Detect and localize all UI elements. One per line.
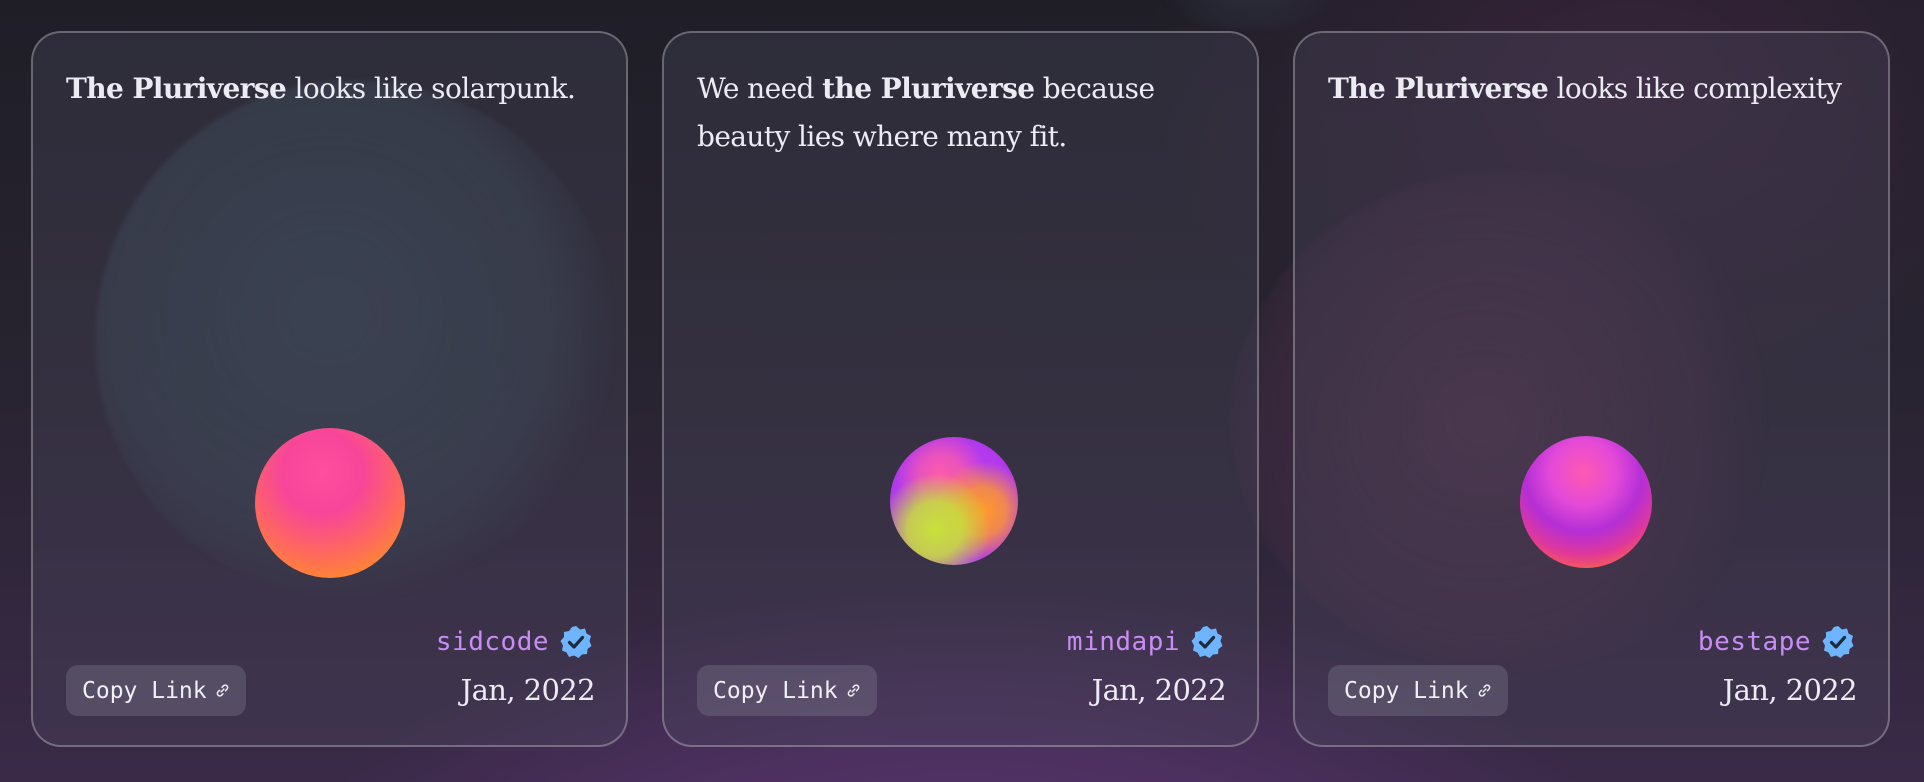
author[interactable]: mindapi — [1067, 625, 1224, 659]
post-date: Jan, 2022 — [460, 673, 596, 707]
verified-badge-icon — [560, 626, 592, 658]
link-icon — [1478, 684, 1490, 697]
copy-link-button[interactable]: Copy Link — [697, 665, 877, 716]
username-link[interactable]: bestape — [1698, 627, 1811, 657]
username-link[interactable]: sidcode — [436, 627, 549, 657]
copy-link-button[interactable]: Copy Link — [1328, 665, 1508, 716]
author[interactable]: sidcode — [436, 625, 593, 659]
username-link[interactable]: mindapi — [1067, 627, 1180, 657]
pink-orange-sphere-icon — [255, 428, 405, 578]
copy-link-button[interactable]: Copy Link — [66, 665, 246, 716]
copy-link-label: Copy Link — [1344, 677, 1469, 704]
author[interactable]: bestape — [1698, 625, 1855, 659]
card: The Pluriverse looks like solarpunk. sid… — [31, 31, 628, 747]
link-icon — [216, 684, 228, 697]
card-quote: We need the Pluriverse because beauty li… — [697, 72, 1155, 153]
copy-link-label: Copy Link — [82, 677, 207, 704]
copy-link-label: Copy Link — [713, 677, 838, 704]
verified-badge-icon — [1191, 626, 1223, 658]
background-blob-top — [1130, 0, 1370, 30]
magenta-orange-sphere-icon — [1520, 436, 1652, 568]
card: We need the Pluriverse because beauty li… — [662, 31, 1259, 747]
post-date: Jan, 2022 — [1722, 673, 1858, 707]
card-list: The Pluriverse looks like solarpunk. sid… — [31, 31, 1890, 747]
verified-badge-icon — [1822, 626, 1854, 658]
card-quote: The Pluriverse looks like complexity — [1328, 72, 1842, 105]
post-date: Jan, 2022 — [1091, 673, 1227, 707]
card-quote: The Pluriverse looks like solarpunk. — [66, 72, 576, 105]
card: The Pluriverse looks like complexity bes… — [1293, 31, 1890, 747]
link-icon — [847, 684, 859, 697]
purple-yellow-swirl-sphere-icon — [890, 437, 1018, 565]
